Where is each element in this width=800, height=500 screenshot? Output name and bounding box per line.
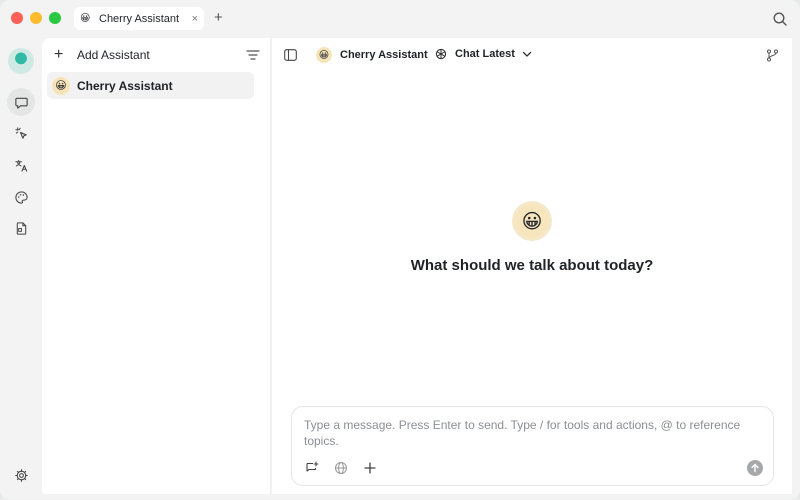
assistant-emoji-icon: 😀 (52, 76, 70, 95)
chat-main: 😀 Cherry Assistant Chat Latest 😀 What sh… (272, 38, 792, 494)
title-bar: 😀 Cherry Assistant × + (0, 0, 800, 38)
arrow-up-icon (751, 463, 759, 473)
gear-icon (14, 468, 28, 482)
welcome-emoji-avatar: 😀 (512, 201, 552, 241)
model-name: Chat Latest (455, 48, 515, 60)
chat-bubble-icon (14, 97, 28, 109)
rail-files-button[interactable] (7, 214, 35, 242)
header-assistant[interactable]: 😀 Cherry Assistant (316, 47, 428, 63)
translate-icon (14, 159, 27, 172)
palette-icon (14, 190, 28, 204)
message-composer (291, 406, 774, 486)
plus-icon (364, 462, 376, 474)
minimize-window-button[interactable] (30, 12, 42, 24)
globe-icon (335, 462, 347, 474)
document-icon (16, 221, 26, 235)
tab-title: Cherry Assistant (99, 12, 180, 25)
model-selector[interactable]: Chat Latest (435, 48, 532, 60)
assistant-item-cherry[interactable]: 😀 Cherry Assistant (47, 72, 254, 99)
sort-filter-icon[interactable] (246, 49, 260, 61)
web-search-button[interactable] (333, 460, 349, 476)
new-tab-button[interactable]: + (214, 9, 223, 26)
close-window-button[interactable] (11, 12, 23, 24)
app-window: 😀 Cherry Assistant × + + Add Assistant 😀… (0, 0, 800, 500)
tab-cherry-assistant[interactable]: 😀 Cherry Assistant × (74, 7, 204, 30)
header-assistant-name: Cherry Assistant (340, 49, 428, 61)
rail-agents-button[interactable] (7, 119, 35, 147)
openai-logo-icon (435, 48, 447, 60)
plus-icon: + (54, 46, 64, 63)
welcome-heading: What should we talk about today? (410, 257, 654, 274)
search-icon[interactable] (772, 11, 788, 27)
header-assistant-emoji-icon: 😀 (316, 47, 332, 63)
chevron-down-icon (522, 51, 532, 57)
left-rail (0, 38, 42, 500)
attach-more-button[interactable] (362, 460, 378, 476)
rail-translate-button[interactable] (7, 151, 35, 179)
new-topic-button[interactable] (304, 460, 320, 476)
settings-button[interactable] (7, 461, 35, 489)
chat-plus-icon (306, 461, 319, 472)
assistant-name: Cherry Assistant (77, 78, 173, 93)
maximize-window-button[interactable] (49, 12, 61, 24)
send-button[interactable] (747, 460, 763, 476)
tab-emoji-icon: 😀 (80, 13, 91, 24)
rail-chat-button[interactable] (7, 88, 35, 116)
add-assistant-button[interactable]: + Add Assistant (54, 47, 150, 63)
tab-close-icon[interactable]: × (192, 13, 198, 25)
chat-header: 😀 Cherry Assistant Chat Latest (272, 38, 792, 72)
sparkle-cursor-icon (14, 126, 27, 139)
user-avatar[interactable] (8, 48, 34, 74)
sidebar-toggle-icon[interactable] (284, 49, 297, 61)
rail-paint-button[interactable] (7, 183, 35, 211)
assistants-panel: + Add Assistant 😀 Cherry Assistant (42, 38, 271, 494)
git-branch-icon[interactable] (766, 49, 779, 62)
add-assistant-label: Add Assistant (77, 48, 150, 62)
message-input[interactable] (304, 417, 762, 453)
